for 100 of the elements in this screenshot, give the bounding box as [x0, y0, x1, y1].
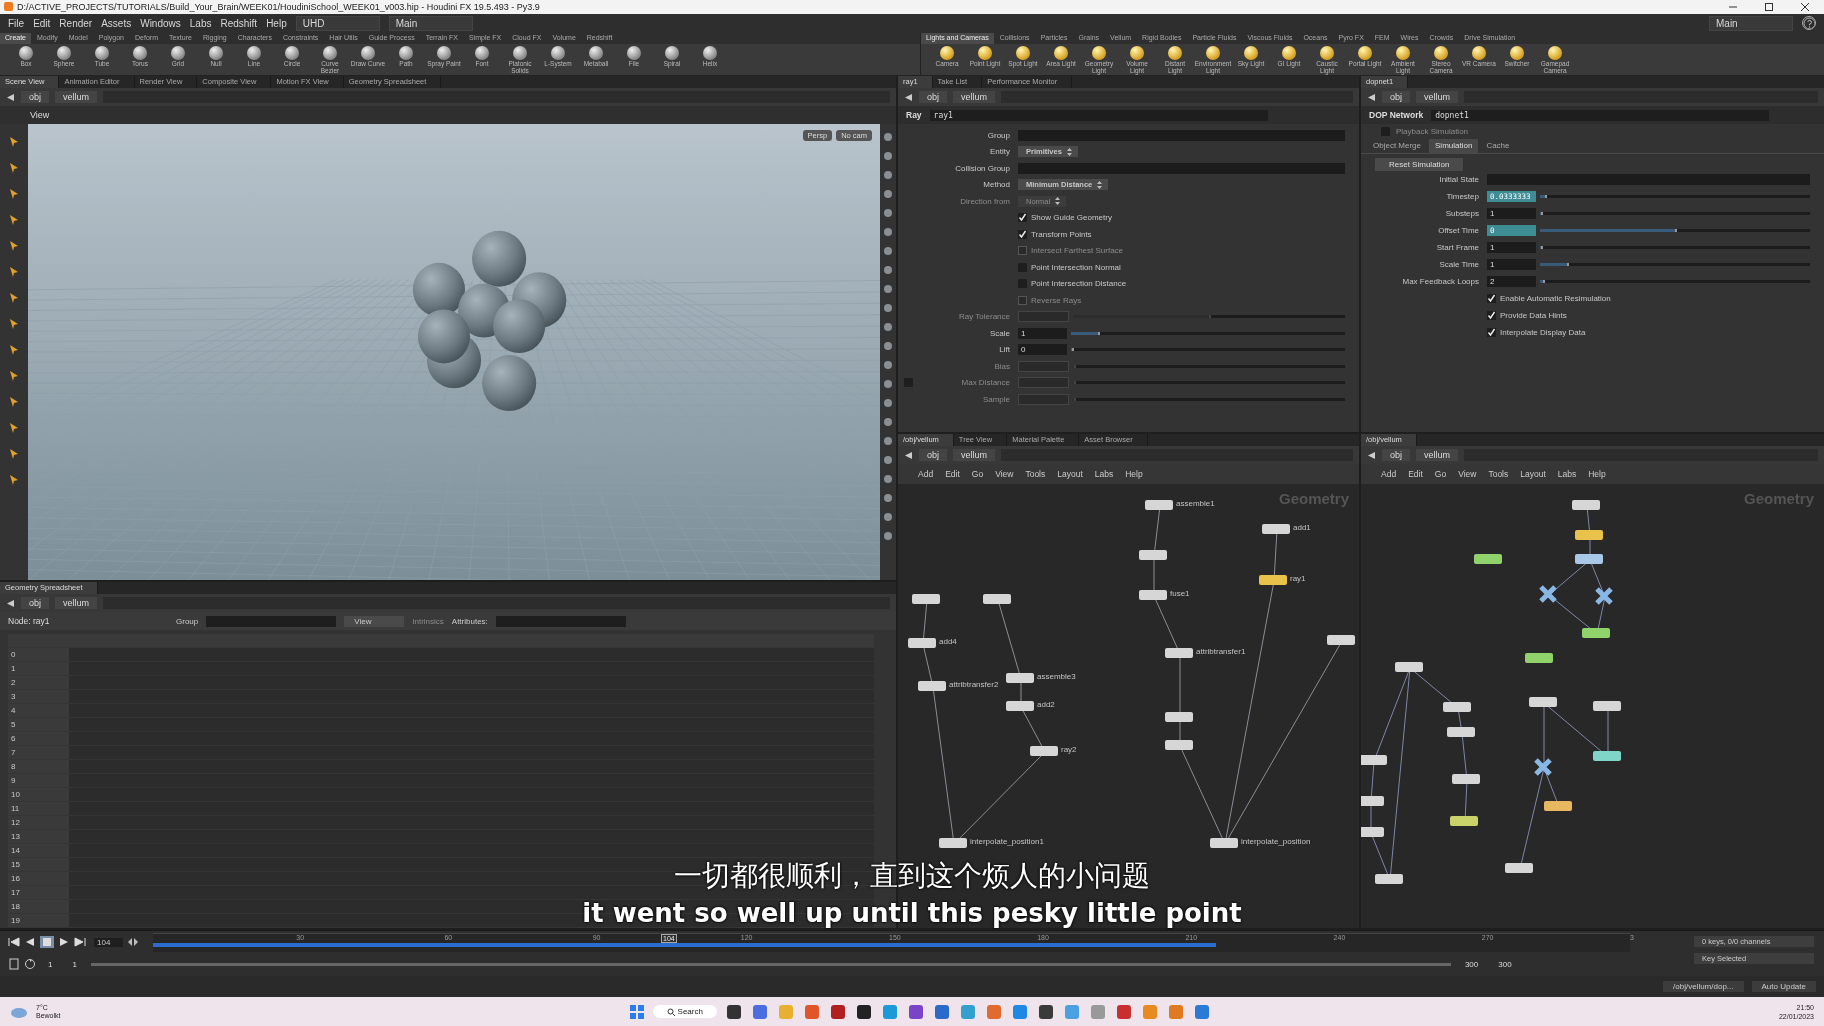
attributes-field[interactable]: [495, 615, 626, 627]
first-frame-button[interactable]: [8, 937, 20, 948]
display-option-icon[interactable]: [883, 151, 893, 162]
value-field[interactable]: 1: [1487, 208, 1536, 220]
path-crumb[interactable]: vellum: [55, 597, 98, 610]
reset-simulation-button[interactable]: Reset Simulation: [1375, 158, 1464, 172]
network-node[interactable]: [1582, 628, 1610, 639]
path-crumb[interactable]: obj: [21, 597, 49, 610]
path-crumb[interactable]: vellum: [1416, 449, 1459, 462]
menu-item[interactable]: View: [1458, 469, 1477, 480]
value-field[interactable]: 1: [1487, 242, 1536, 254]
menu-item[interactable]: File: [8, 17, 25, 29]
network-node[interactable]: [912, 594, 940, 605]
network-node[interactable]: [1145, 500, 1173, 511]
menu-item[interactable]: Layout: [1520, 469, 1546, 480]
path-crumb[interactable]: vellum: [1416, 91, 1459, 104]
value-field[interactable]: 2: [1487, 276, 1536, 288]
path-crumb[interactable]: obj: [1382, 449, 1410, 462]
back-icon[interactable]: [904, 450, 913, 460]
network-node[interactable]: [1395, 662, 1423, 673]
display-option-icon[interactable]: [883, 227, 893, 238]
display-option-icon[interactable]: [883, 474, 893, 485]
play-button[interactable]: [58, 937, 70, 948]
network-node[interactable]: [1165, 712, 1193, 723]
back-icon[interactable]: [904, 92, 913, 102]
network-node[interactable]: [1327, 635, 1355, 646]
merge-node-icon[interactable]: [1534, 758, 1552, 777]
network-node[interactable]: [1361, 796, 1384, 807]
clipboard-icon[interactable]: [8, 958, 20, 971]
path-crumb[interactable]: obj: [1382, 91, 1410, 104]
menu-item[interactable]: Edit: [945, 469, 960, 480]
network-node[interactable]: [1139, 550, 1167, 561]
network-node[interactable]: [1443, 702, 1471, 713]
network-node[interactable]: [1450, 816, 1478, 827]
menu-item[interactable]: Assets: [101, 17, 132, 29]
network-node[interactable]: [1006, 673, 1034, 684]
folder-tab[interactable]: Cache: [1480, 139, 1516, 154]
app-icon[interactable]: [1036, 1002, 1055, 1021]
maximize-button[interactable]: [1764, 1, 1774, 12]
menu-item[interactable]: Go: [1434, 469, 1447, 480]
range-start-field[interactable]: 1: [64, 959, 85, 969]
value-field[interactable]: [1018, 377, 1069, 389]
display-option-icon[interactable]: [883, 360, 893, 371]
menu-item[interactable]: Tools: [1025, 469, 1046, 480]
app-icon[interactable]: [828, 1002, 847, 1021]
network-node[interactable]: [1452, 774, 1480, 785]
network-node[interactable]: [1575, 530, 1603, 541]
merge-node-icon[interactable]: [1539, 585, 1557, 604]
folder-tab[interactable]: Simulation: [1429, 139, 1479, 154]
path-crumb[interactable]: vellum: [953, 449, 996, 462]
display-option-icon[interactable]: [883, 341, 893, 352]
checkbox[interactable]: [1018, 213, 1027, 223]
last-frame-button[interactable]: [74, 937, 86, 948]
search-field[interactable]: Search: [652, 1005, 717, 1019]
display-option-icon[interactable]: [883, 208, 893, 219]
display-option-icon[interactable]: [883, 512, 893, 523]
display-option-icon[interactable]: [883, 436, 893, 447]
back-icon[interactable]: [6, 598, 15, 608]
back-icon[interactable]: [1367, 92, 1376, 102]
menu-item[interactable]: Labs: [1557, 469, 1577, 480]
range-end-field[interactable]: 300: [1456, 959, 1487, 969]
group-field[interactable]: [206, 615, 337, 627]
menu-item[interactable]: Help: [266, 17, 287, 29]
menu-item[interactable]: Windows: [140, 17, 181, 29]
menu-item[interactable]: Add: [918, 469, 934, 480]
menu-item[interactable]: Go: [971, 469, 984, 480]
display-option-icon[interactable]: [883, 189, 893, 200]
network-node[interactable]: [1593, 701, 1621, 712]
value-field[interactable]: [1018, 311, 1069, 323]
path-crumb[interactable]: vellum: [953, 91, 996, 104]
network-node[interactable]: [1474, 554, 1502, 565]
start-icon[interactable]: [628, 1003, 645, 1020]
network-node[interactable]: [1572, 500, 1600, 511]
display-option-icon[interactable]: [883, 132, 893, 143]
back-icon[interactable]: [1367, 450, 1376, 460]
menu-item[interactable]: Render: [59, 17, 93, 29]
play-reverse-button[interactable]: [24, 937, 36, 948]
network-node[interactable]: [1525, 653, 1553, 664]
merge-node-icon[interactable]: [1595, 587, 1613, 606]
network-node[interactable]: [1375, 874, 1403, 885]
network-node[interactable]: [1259, 575, 1287, 586]
network-node[interactable]: [1262, 524, 1290, 535]
network-node[interactable]: [1030, 746, 1058, 757]
layout-menu[interactable]: Main: [1709, 15, 1793, 31]
network-node[interactable]: [939, 838, 967, 849]
path-crumb[interactable]: obj: [919, 91, 947, 104]
value-field[interactable]: 0: [1018, 344, 1067, 356]
folder-tab[interactable]: Object Merge: [1367, 139, 1428, 154]
network-node[interactable]: [1139, 590, 1167, 601]
menu-item[interactable]: Help: [1125, 469, 1143, 480]
value-field[interactable]: 1: [1018, 327, 1067, 339]
display-option-icon[interactable]: [883, 246, 893, 257]
close-button[interactable]: [1800, 1, 1810, 12]
menu-item[interactable]: Add: [1381, 469, 1397, 480]
stop-button[interactable]: [40, 936, 54, 949]
help-icon[interactable]: [1802, 16, 1816, 31]
display-option-icon[interactable]: [883, 303, 893, 314]
desktop-menu[interactable]: UHD: [295, 15, 380, 31]
value-field[interactable]: [1018, 393, 1069, 405]
network-node[interactable]: [1447, 727, 1475, 738]
